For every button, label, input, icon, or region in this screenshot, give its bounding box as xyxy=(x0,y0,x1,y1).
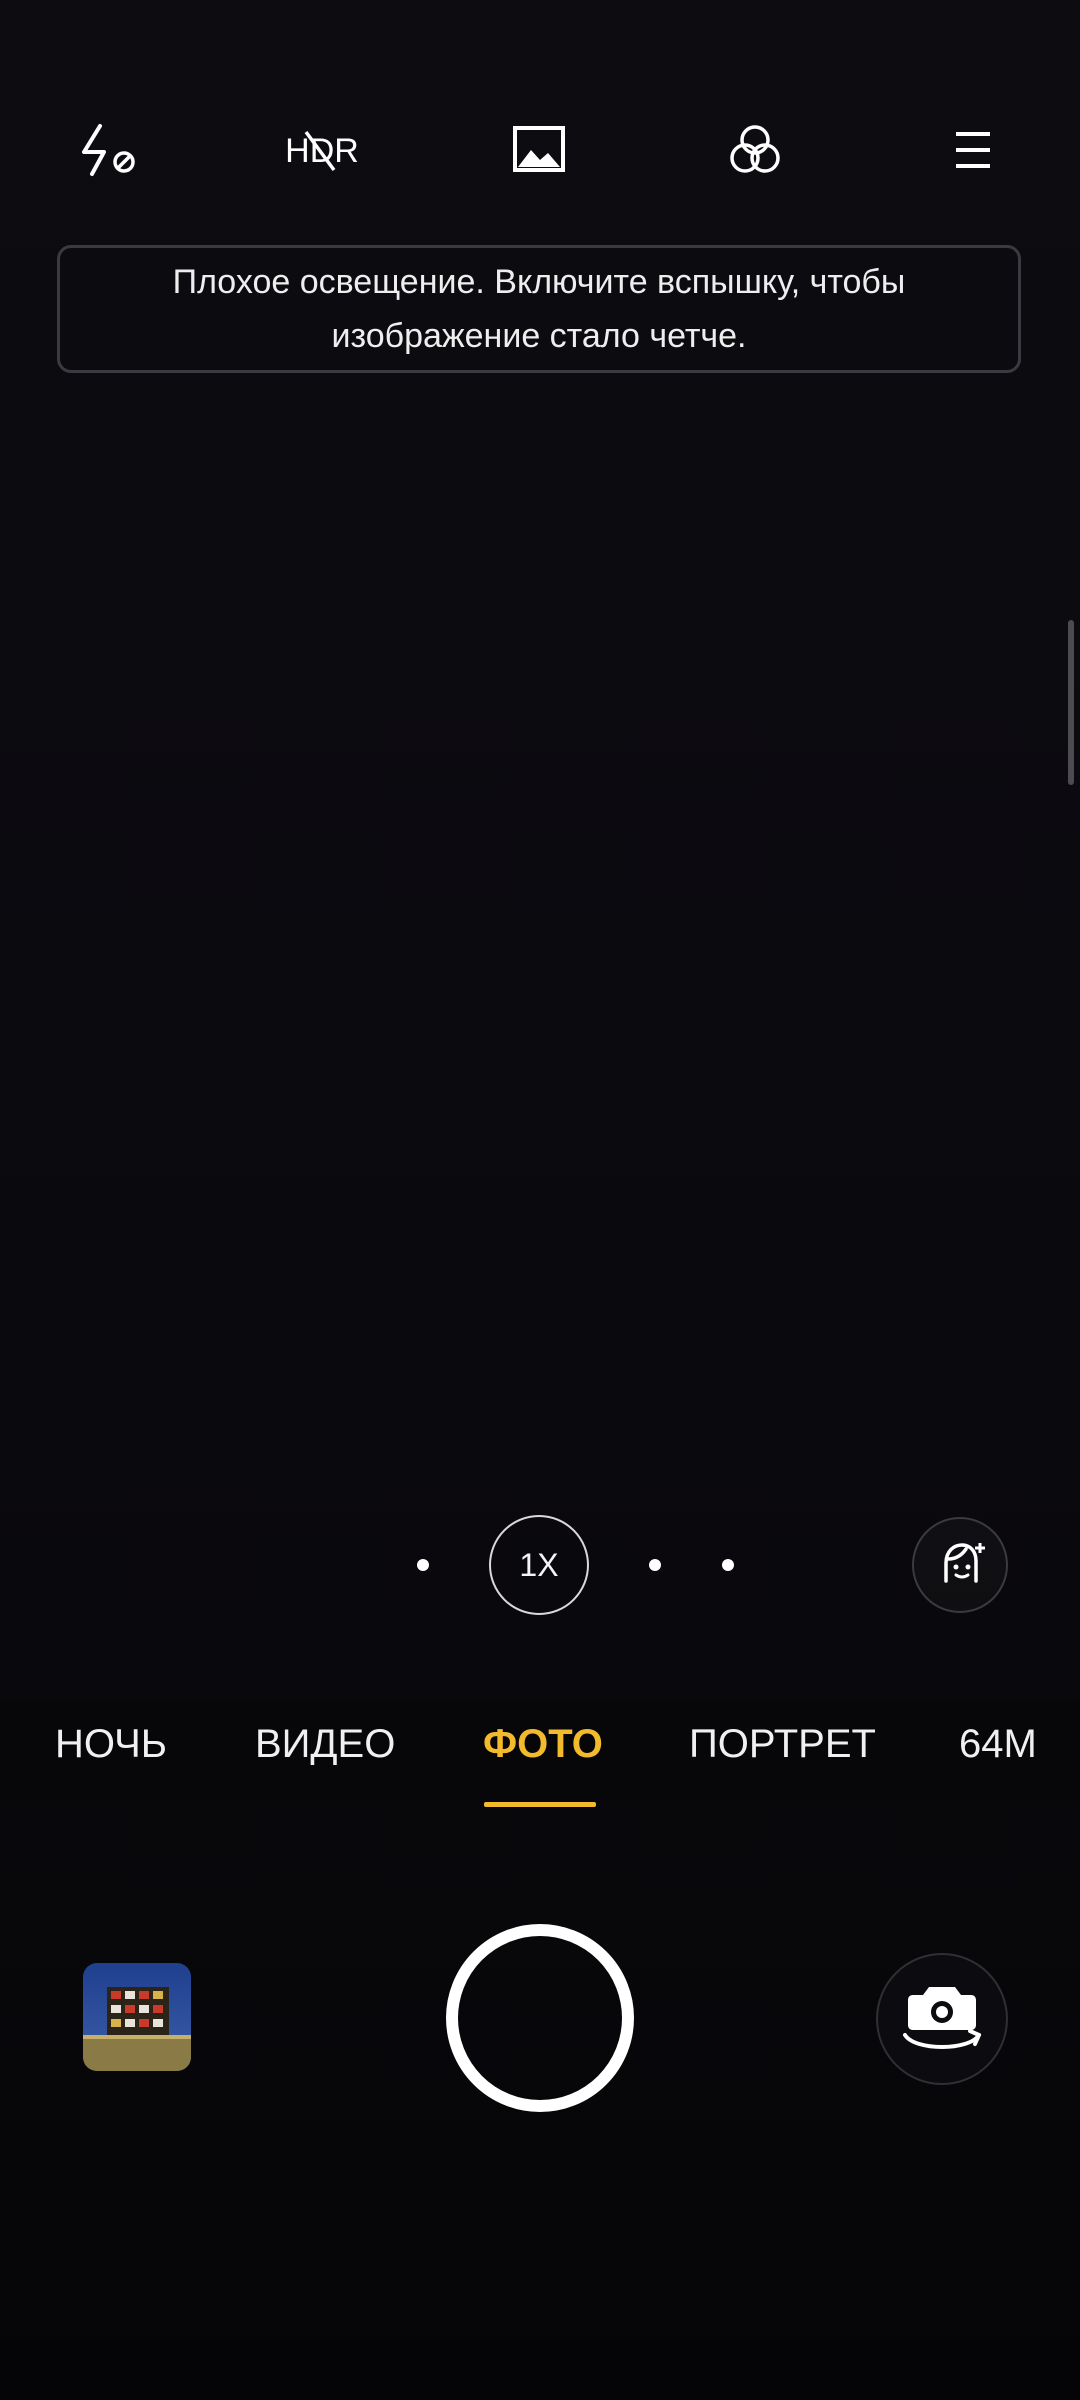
image-ratio-icon[interactable] xyxy=(506,122,572,178)
flash-off-icon[interactable] xyxy=(74,122,140,178)
zoom-dot-2x[interactable] xyxy=(649,1559,661,1571)
switch-camera-button[interactable] xyxy=(876,1953,1008,2085)
gallery-thumbnail[interactable] xyxy=(83,1963,191,2071)
switch-camera-icon xyxy=(903,1987,981,2049)
beauty-mode-button[interactable] xyxy=(912,1517,1008,1613)
zoom-dot-wide[interactable] xyxy=(417,1559,429,1571)
mode-64m[interactable]: 64M xyxy=(959,1722,1037,1767)
zoom-dot-5x[interactable] xyxy=(722,1559,734,1571)
gallery-preview-image xyxy=(83,1963,191,2071)
hint-text: Плохое освещение. Включите вспышку, чтоб… xyxy=(172,263,906,355)
hdr-off-icon[interactable]: HDR xyxy=(282,122,362,178)
zoom-button[interactable]: 1X xyxy=(489,1515,589,1615)
side-scroll-handle[interactable] xyxy=(1068,620,1074,785)
mode-photo[interactable]: ФОТО xyxy=(483,1722,603,1767)
mode-selected-indicator xyxy=(484,1802,596,1807)
zoom-label: 1X xyxy=(519,1546,559,1583)
low-light-hint: Плохое освещение. Включите вспышку, чтоб… xyxy=(57,245,1021,373)
shutter-button[interactable] xyxy=(446,1924,634,2112)
mode-video[interactable]: ВИДЕО xyxy=(255,1722,395,1767)
camera-screen: HDR Плохое освещен xyxy=(0,0,1080,2400)
beauty-face-icon xyxy=(944,1543,985,1583)
menu-icon[interactable] xyxy=(940,122,1006,178)
top-toolbar: HDR xyxy=(0,100,1080,200)
mode-night[interactable]: НОЧЬ xyxy=(55,1722,167,1767)
mode-selector: НОЧЬ ВИДЕО ФОТО ПОРТРЕТ 64M xyxy=(0,1700,1080,1800)
filters-icon[interactable] xyxy=(722,122,788,178)
mode-portrait[interactable]: ПОРТРЕТ xyxy=(689,1722,876,1767)
